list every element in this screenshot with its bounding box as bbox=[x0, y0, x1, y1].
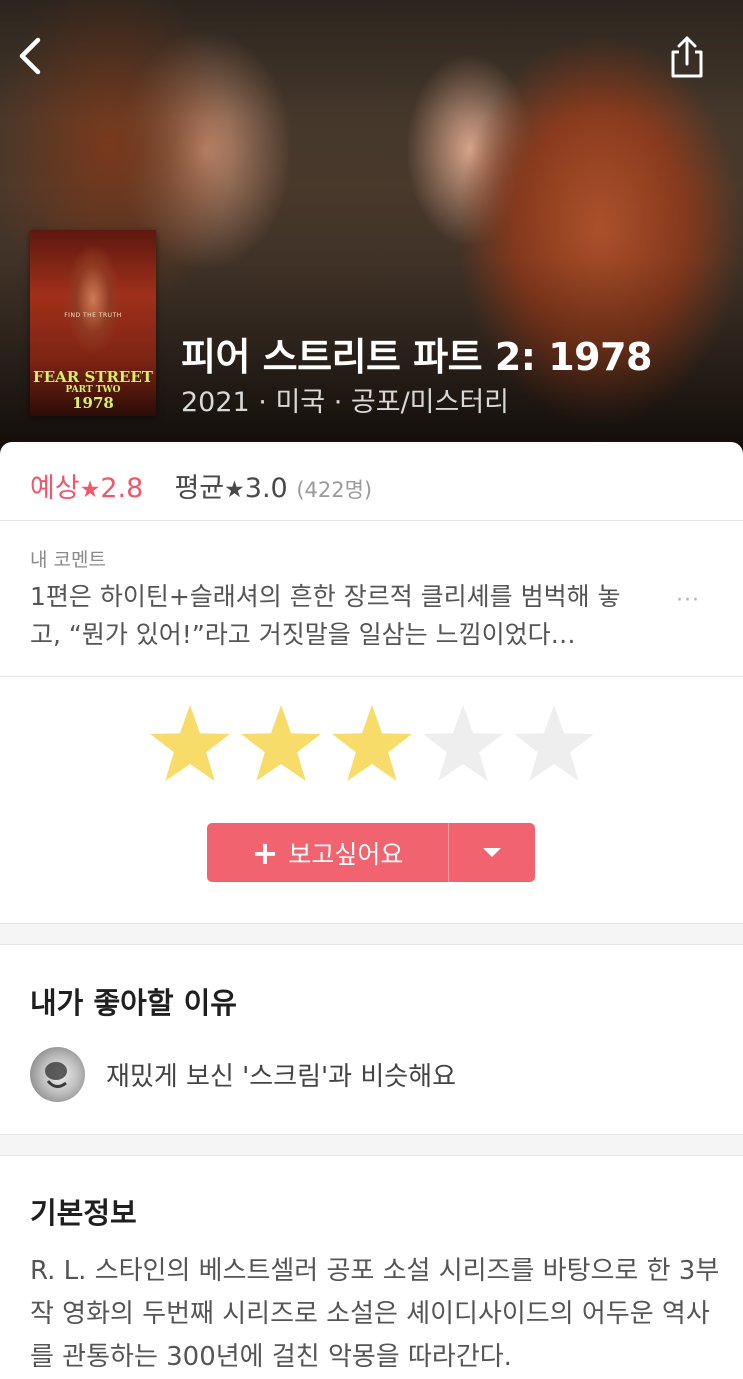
plus-icon: + bbox=[251, 833, 279, 872]
movie-poster[interactable]: FIND THE TRUTH FEAR STREET PART TWO 1978 bbox=[30, 230, 156, 416]
poster-title-line1: FEAR STREET bbox=[33, 368, 153, 386]
section-gap bbox=[0, 923, 743, 945]
movie-meta: 2021 · 미국 · 공포/미스터리 bbox=[181, 387, 510, 418]
basic-info-title: 기본정보 bbox=[30, 1196, 137, 1230]
back-button[interactable] bbox=[14, 34, 50, 78]
my-comment-text[interactable]: 1편은 하이틴+슬래셔의 흔한 장르적 클리셰를 범벅해 놓고, “뭔가 있어!… bbox=[30, 578, 650, 654]
wishlist-main-button[interactable]: + 보고싶어요 bbox=[207, 823, 448, 882]
basic-info-description: R. L. 스타인의 베스트셀러 공포 소설 시리즈를 바탕으로 한 3부작 영… bbox=[30, 1256, 720, 1372]
poster-title-line3: 1978 bbox=[72, 394, 114, 412]
reason-movie-thumbnail[interactable] bbox=[30, 1047, 85, 1102]
caret-down-icon bbox=[483, 847, 501, 857]
rating-row: 예상★2.8 평균★3.0 (422명) bbox=[30, 466, 372, 505]
average-rating-value: 3.0 bbox=[244, 473, 288, 504]
rating-star-5[interactable] bbox=[514, 705, 594, 781]
section-gap bbox=[0, 1134, 743, 1156]
share-button[interactable] bbox=[666, 34, 708, 80]
reason-item-text[interactable]: 재밌게 보신 '스크림'과 비슷해요 bbox=[106, 1056, 456, 1093]
star-small-icon: ★ bbox=[224, 477, 245, 503]
hero-backdrop: FIND THE TRUTH FEAR STREET PART TWO 1978… bbox=[0, 0, 743, 470]
rating-star-1[interactable] bbox=[150, 705, 230, 781]
poster-tagline: FIND THE TRUTH bbox=[64, 312, 122, 319]
expected-rating-value: 2.8 bbox=[100, 473, 144, 504]
movie-title: 피어 스트리트 파트 2: 1978 bbox=[181, 335, 653, 379]
divider bbox=[0, 676, 743, 677]
wishlist-label: 보고싶어요 bbox=[288, 839, 404, 869]
thumbnail-art bbox=[45, 1062, 67, 1088]
poster-title: FEAR STREET PART TWO 1978 bbox=[30, 370, 156, 411]
poster-figure bbox=[64, 244, 122, 354]
average-rating-label: 평균 bbox=[174, 473, 225, 504]
my-comment-label: 내 코멘트 bbox=[30, 549, 106, 571]
rating-star-4[interactable] bbox=[423, 705, 503, 781]
rating-count: (422명) bbox=[296, 478, 373, 502]
rating-star-2[interactable] bbox=[241, 705, 321, 781]
rating-star-3[interactable] bbox=[332, 705, 412, 781]
expected-rating-label: 예상 bbox=[30, 473, 80, 504]
reasons-title: 내가 좋아할 이유 bbox=[30, 986, 237, 1020]
wishlist-button[interactable]: + 보고싶어요 bbox=[207, 823, 535, 882]
star-rating-input[interactable] bbox=[148, 703, 598, 791]
share-icon bbox=[671, 36, 703, 78]
star-small-icon: ★ bbox=[79, 477, 101, 503]
chevron-left-icon bbox=[19, 37, 41, 75]
divider bbox=[0, 520, 743, 521]
comment-more-button[interactable]: ··· bbox=[676, 588, 712, 613]
wishlist-dropdown-button[interactable] bbox=[449, 823, 535, 882]
